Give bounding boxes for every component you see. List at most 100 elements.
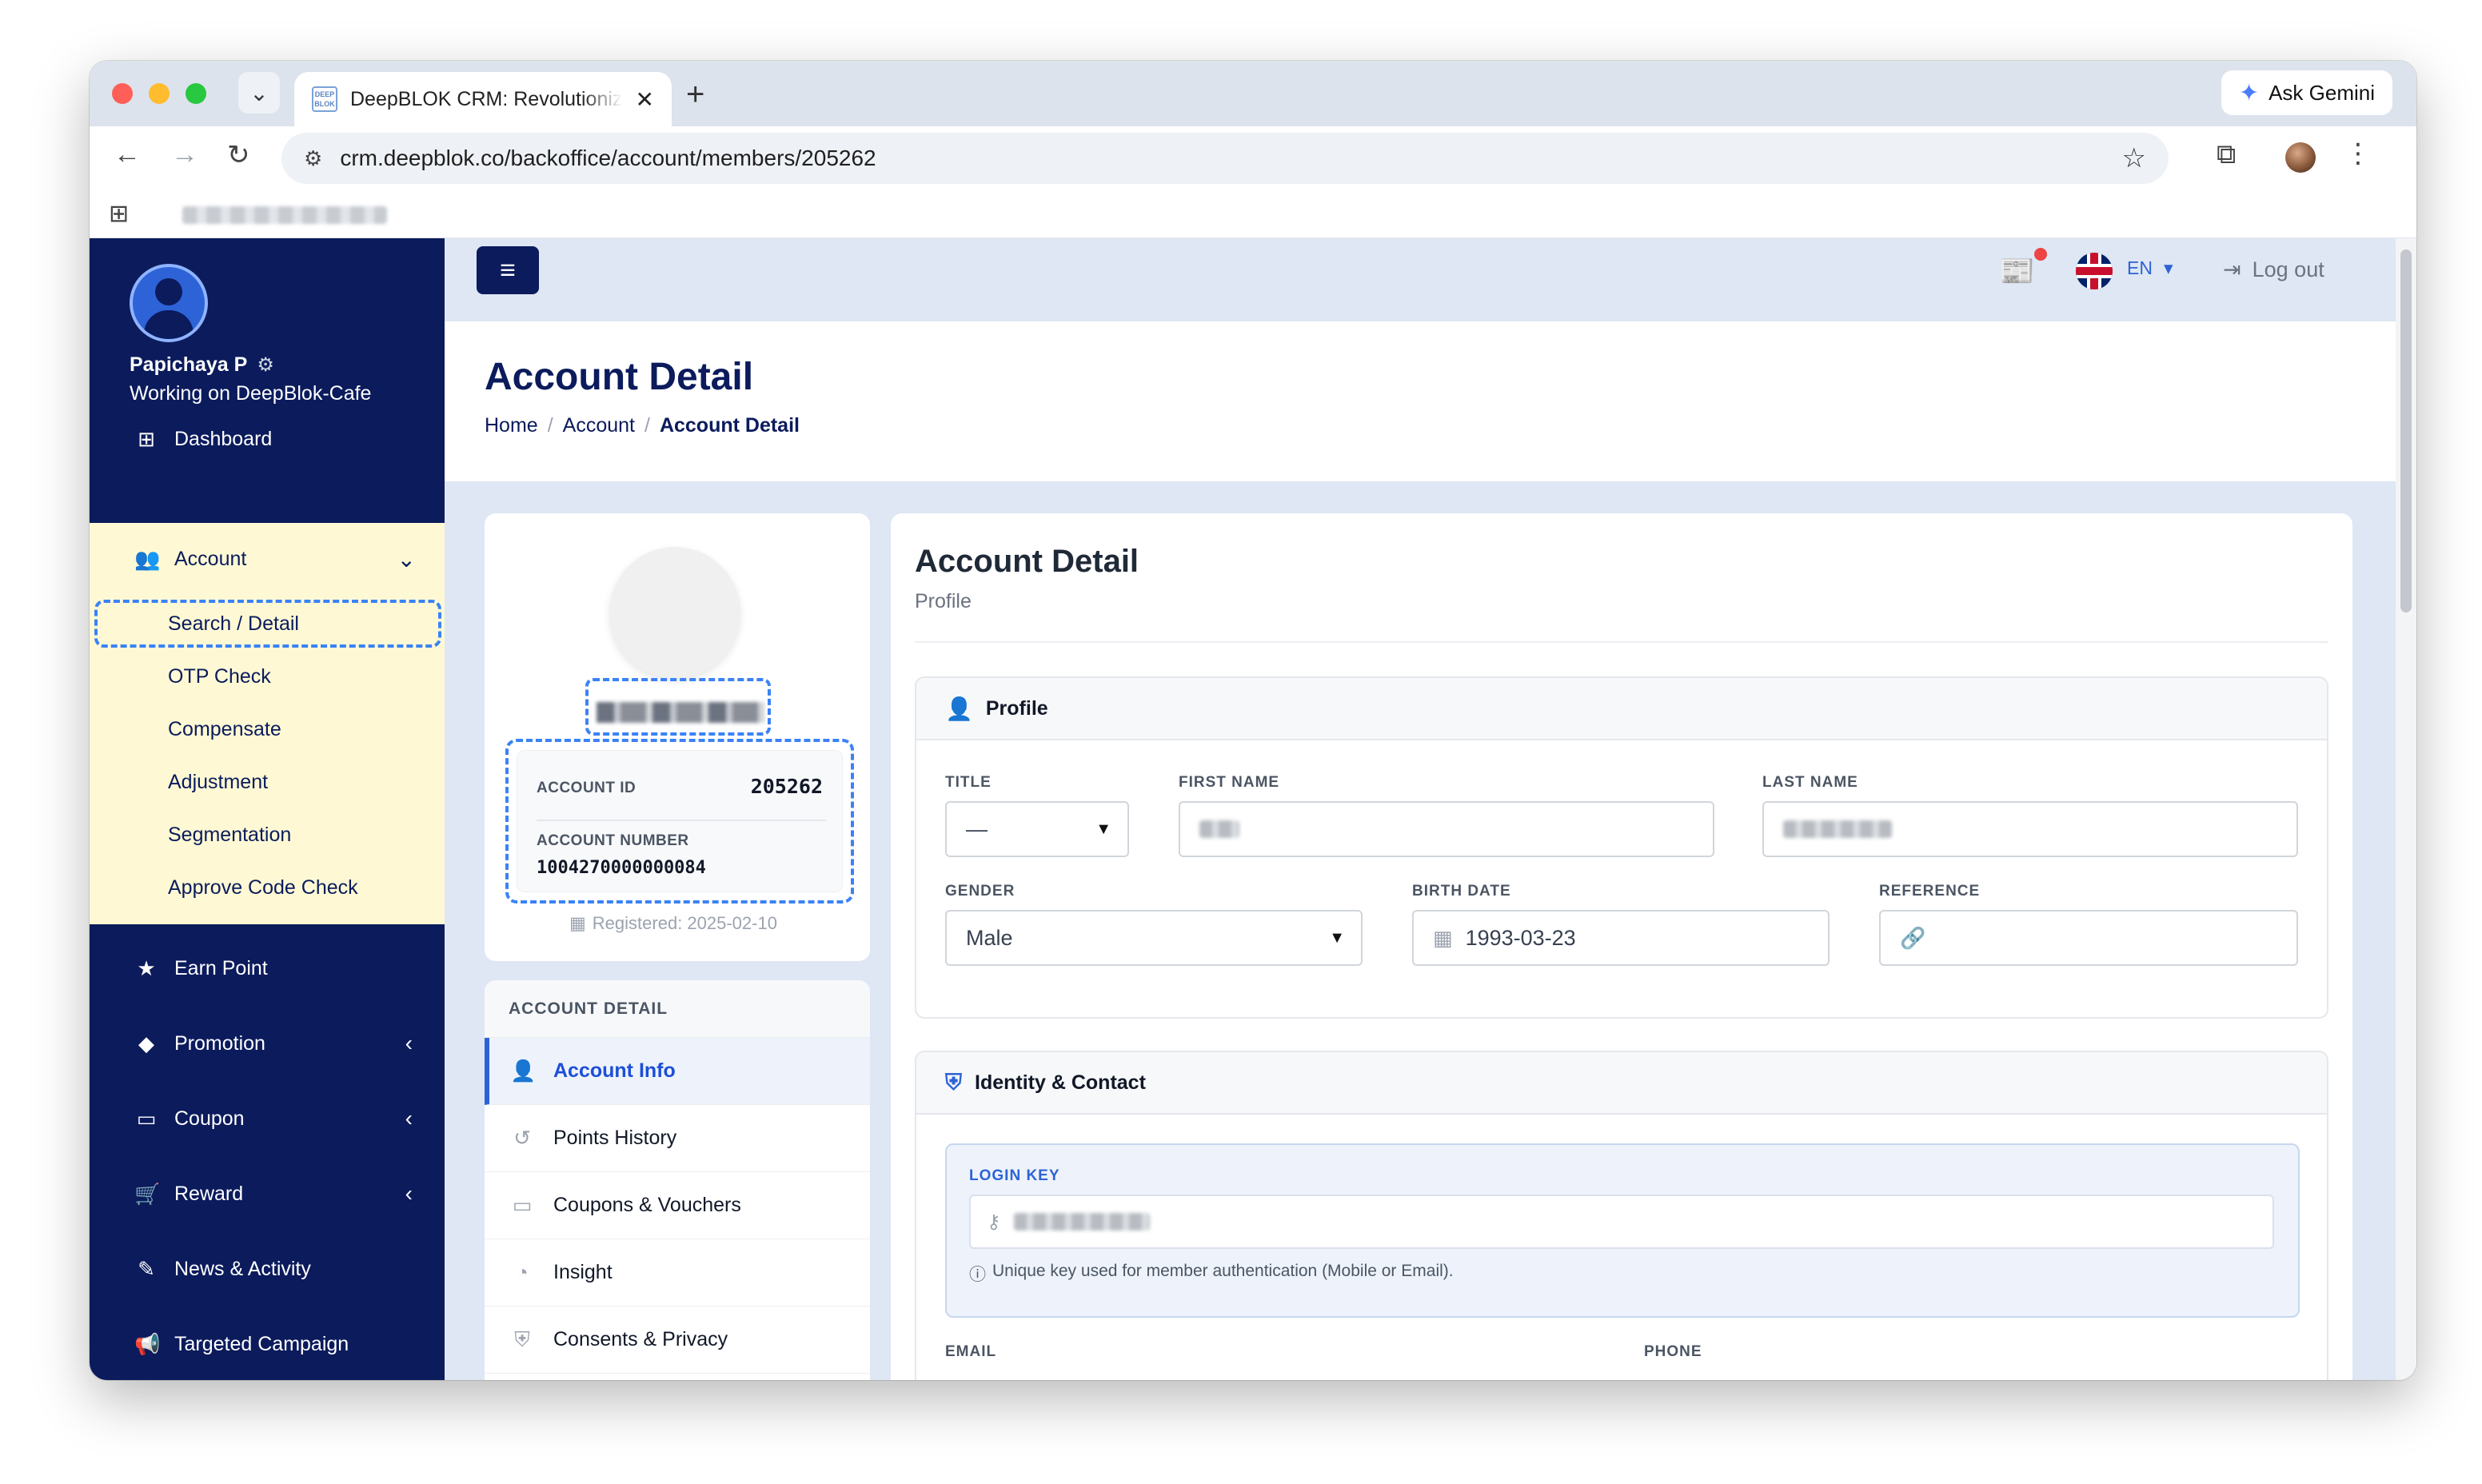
menu-item-coupons-vouchers[interactable]: ▭ Coupons & Vouchers (485, 1172, 870, 1239)
language-label: EN (2127, 257, 2153, 278)
menu-item-label: Coupons & Vouchers (553, 1194, 741, 1216)
detail-subtitle: Profile (915, 590, 972, 612)
bookmark-star-icon[interactable]: ☆ (2122, 142, 2146, 174)
user-icon: 👤 (945, 696, 973, 721)
sidebar-item-earn-point[interactable]: ★ Earn Point (90, 939, 445, 998)
sidebar-subitem-segmentation[interactable]: Segmentation (168, 824, 291, 847)
sidebar-item-label: Earn Point (174, 956, 268, 979)
language-selector[interactable]: EN ▾ (2127, 257, 2173, 279)
workspace-label: Working on DeepBlok-Cafe (130, 382, 372, 405)
login-key-help-text: Unique key used for member authenticatio… (992, 1262, 1454, 1280)
title-select[interactable]: — ▼ (945, 801, 1129, 857)
extensions-puzzle-icon[interactable]: ⧉ (2217, 139, 2236, 170)
uk-flag-icon[interactable] (2076, 253, 2113, 289)
menu-item-points-history[interactable]: ↺ Points History (485, 1105, 870, 1172)
chevron-left-icon: ‹ (405, 1031, 413, 1055)
user-name-label: Papichaya P (130, 353, 248, 376)
top-header: ≡ 📰 EN ▾ ⇥ Log out (445, 238, 2396, 321)
gender-select[interactable]: Male ▼ (945, 910, 1363, 966)
site-settings-icon[interactable]: ⚙ (304, 146, 322, 171)
caret-down-icon: ▼ (1329, 928, 1345, 947)
sidebar-item-coupon[interactable]: ▭ Coupon ‹ (90, 1089, 445, 1148)
sidebar-subitem-approve-code-check[interactable]: Approve Code Check (168, 876, 358, 900)
user-icon: 👤 (510, 1059, 537, 1083)
maximize-window-button[interactable] (186, 83, 206, 104)
account-id-panel: ACCOUNT ID 205262 ACCOUNT NUMBER 1004270… (517, 750, 843, 892)
more-menu-icon[interactable]: ⋮ (2344, 138, 2372, 170)
sidebar-account-group: 👥 Account ⌄ Search / Detail OTP Check Co… (90, 523, 445, 924)
profile-avatar[interactable] (2285, 142, 2316, 173)
minimize-window-button[interactable] (149, 83, 170, 104)
login-key-label: LOGIN KEY (969, 1167, 1060, 1184)
reference-field[interactable]: 🔗 (1879, 910, 2298, 966)
breadcrumb-home[interactable]: Home (485, 414, 538, 437)
sidebar-item-news-activity[interactable]: ✎ News & Activity (90, 1239, 445, 1298)
sidebar-item-reward[interactable]: 🛒 Reward ‹ (90, 1164, 445, 1223)
apps-grid-icon[interactable]: ⊞ (109, 200, 129, 228)
menu-toggle-button[interactable]: ≡ (477, 246, 539, 294)
sidebar-item-account[interactable]: 👥 Account ⌄ (90, 523, 445, 595)
megaphone-icon: 📢 (134, 1331, 161, 1356)
login-key-field[interactable]: ⚷ (969, 1195, 2274, 1249)
ticket-icon: ▭ (136, 1106, 157, 1131)
forward-arrow-icon[interactable]: → (171, 139, 198, 170)
new-tab-button[interactable]: + (686, 77, 704, 113)
page-title: Account Detail (485, 356, 754, 398)
caret-down-icon: ▾ (2163, 257, 2173, 278)
last-name-field[interactable] (1762, 801, 2298, 857)
breadcrumb-account[interactable]: Account (563, 414, 635, 437)
back-arrow-icon[interactable]: ← (114, 139, 141, 170)
sidebar-item-targeted-campaign[interactable]: 📢 Targeted Campaign (90, 1314, 445, 1374)
menu-item-insight[interactable]: ◔ Insight (485, 1239, 870, 1306)
menu-item-consents-privacy[interactable]: ⛨ Consents & Privacy (485, 1306, 870, 1374)
breadcrumb-separator: / (547, 414, 553, 437)
sidebar-subitem-adjustment[interactable]: Adjustment (168, 771, 268, 794)
sidebar-item-dashboard[interactable]: ⊞ Dashboard (90, 409, 445, 469)
login-key-help: ⓘ Unique key used for member authenticat… (969, 1262, 1454, 1286)
gender-value: Male (966, 925, 1013, 950)
sidebar-subitem-otp-check[interactable]: OTP Check (168, 665, 271, 688)
section-title: Profile (985, 696, 1048, 720)
newspaper-icon[interactable]: 📰 (1999, 254, 2035, 288)
detail-title: Account Detail (915, 544, 1139, 579)
identity-contact-section: ⛨ Identity & Contact LOGIN KEY ⚷ ⓘ Uniqu… (915, 1051, 2328, 1380)
first-name-field[interactable] (1179, 801, 1714, 857)
link-icon: 🔗 (1900, 925, 1926, 950)
account-id-value: 205262 (750, 775, 823, 798)
tab-search-button[interactable]: ⌄ (238, 72, 280, 114)
user-name: Papichaya P ⚙ (130, 353, 274, 377)
sidebar-subitem-compensate[interactable]: Compensate (168, 718, 281, 741)
close-tab-icon[interactable]: ✕ (636, 86, 654, 113)
page-scrollbar[interactable] (2396, 238, 2416, 1380)
chevron-down-icon: ⌄ (249, 80, 269, 106)
sidebar-item-promotion[interactable]: ◆ Promotion ‹ (90, 1014, 445, 1073)
shield-icon: ⛨ (514, 1326, 530, 1351)
profile-section: 👤 Profile TITLE — ▼ FIRST NAME LAST NAME (915, 676, 2328, 1019)
ask-gemini-button[interactable]: ✦ Ask Gemini (2221, 70, 2392, 115)
logout-icon: ⇥ (2223, 257, 2241, 281)
scrollbar-thumb[interactable] (2400, 249, 2412, 612)
tag-icon: ◆ (138, 1031, 154, 1055)
close-window-button[interactable] (112, 83, 133, 104)
menu-heading: ACCOUNT DETAIL (485, 980, 870, 1038)
calendar-icon: ▦ (569, 913, 586, 933)
gear-icon[interactable]: ⚙ (257, 353, 274, 377)
reference-label: REFERENCE (1879, 883, 1981, 900)
title-label: TITLE (945, 774, 992, 791)
logout-button[interactable]: ⇥ Log out (2223, 257, 2324, 282)
sidebar-subitem-search-detail[interactable]: Search / Detail (168, 612, 299, 636)
sidebar-item-label: Targeted Campaign (174, 1332, 349, 1355)
sidebar: Papichaya P ⚙ Working on DeepBlok-Cafe ⊞… (90, 238, 445, 1380)
last-name-label: LAST NAME (1762, 774, 1858, 791)
breadcrumb-separator: / (644, 414, 650, 437)
blurred-last-name (1783, 820, 1892, 838)
account-detail-menu: ACCOUNT DETAIL 👤 Account Info ↺ Points H… (485, 980, 870, 1380)
reload-icon[interactable]: ↻ (227, 139, 250, 171)
birth-date-field[interactable]: ▦ 1993-03-23 (1412, 910, 1830, 966)
hamburger-icon: ≡ (500, 254, 516, 285)
breadcrumb: Home / Account / Account Detail (485, 414, 800, 437)
menu-item-account-info[interactable]: 👤 Account Info (485, 1038, 870, 1105)
address-bar[interactable]: ⚙ crm.deepblok.co/backoffice/account/mem… (281, 133, 2169, 184)
browser-tab[interactable]: DEEP BLOK DeepBLOK CRM: Revolutioniz ✕ (294, 72, 672, 126)
blurred-bookmark[interactable] (182, 206, 387, 224)
